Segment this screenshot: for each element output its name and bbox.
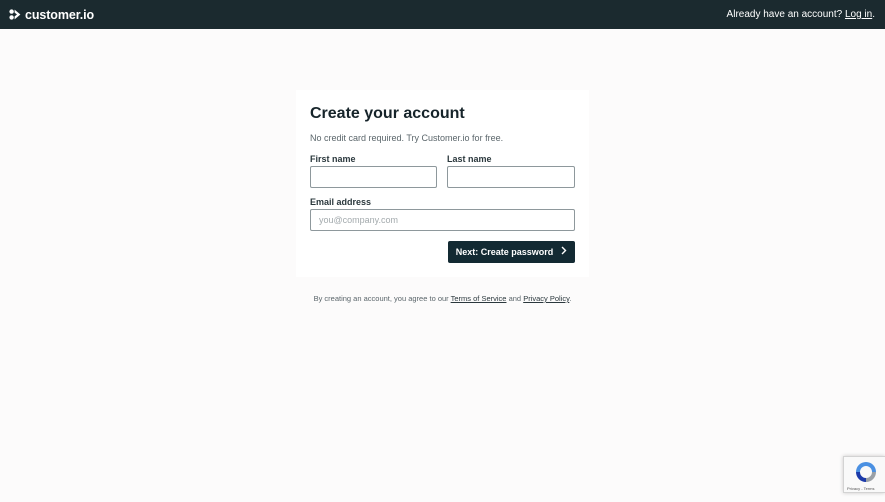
chevron-right-icon [561, 246, 567, 258]
login-suffix: . [872, 9, 875, 20]
top-bar: customer.io Already have an account? Log… [0, 0, 885, 29]
first-name-label: First name [310, 154, 356, 164]
legal-conjunction: and [508, 294, 522, 303]
brand[interactable]: customer.io [9, 8, 94, 22]
last-name-label: Last name [447, 154, 492, 164]
last-name-field[interactable] [447, 166, 575, 188]
page-subtitle: No credit card required. Try Customer.io… [310, 133, 504, 143]
next-create-password-button[interactable]: Next: Create password [448, 241, 575, 263]
legal-prefix: By creating an account, you agree to our [313, 294, 449, 303]
terms-of-service-link[interactable]: Terms of Service [451, 294, 507, 303]
brand-name: customer.io [25, 7, 95, 22]
login-prompt: Already have an account? Log in. [727, 9, 875, 20]
recaptcha-badge[interactable]: Privacy - Terms [843, 456, 885, 493]
customerio-logo-icon [9, 9, 21, 20]
signup-card: Create your account No credit card requi… [296, 90, 589, 277]
email-field[interactable] [310, 209, 575, 231]
privacy-policy-link[interactable]: Privacy Policy [523, 294, 569, 303]
legal-suffix: . [569, 294, 572, 303]
next-button-label: Next: Create password [455, 247, 554, 257]
page-title: Create your account [310, 105, 465, 122]
recaptcha-privacy-link[interactable]: Privacy [847, 486, 860, 491]
email-label: Email address [310, 197, 372, 207]
login-link[interactable]: Log in [845, 9, 872, 20]
recaptcha-terms-link[interactable]: Terms [864, 486, 875, 491]
legal-notice: By creating an account, you agree to our… [0, 294, 885, 303]
first-name-field[interactable] [310, 166, 437, 188]
recaptcha-terms: Privacy - Terms [847, 486, 875, 491]
login-prompt-text: Already have an account? [726, 9, 843, 20]
